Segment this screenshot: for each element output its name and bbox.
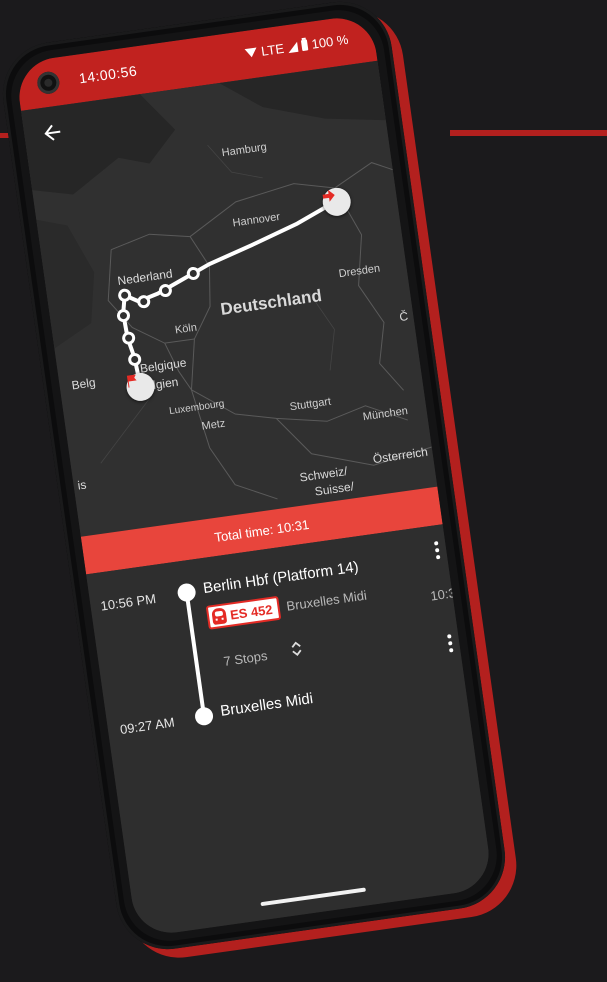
camera-icon: [35, 70, 61, 96]
arrival-more-icon[interactable]: [446, 634, 455, 655]
route-timeline: [185, 598, 206, 713]
stops-count[interactable]: 7 Stops: [223, 648, 269, 669]
battery-icon: [301, 39, 309, 52]
status-time: 14:00:56: [77, 62, 139, 87]
arrow-right-icon: [322, 189, 335, 202]
back-arrow-icon[interactable]: [39, 119, 66, 146]
train-icon: [211, 607, 228, 626]
flag-icon: [126, 374, 137, 388]
departure-time: 10:56 PM: [99, 590, 157, 614]
arrival-node: [193, 706, 215, 727]
train-destination: Bruxelles Midi: [285, 587, 368, 614]
total-time-text: Total time: 10:31: [213, 516, 310, 545]
signal-icon: [287, 41, 299, 53]
itinerary-panel: 10:56 PM Berlin Hbf (Platform 14) ES 452…: [86, 524, 494, 938]
train-number: ES 452: [229, 601, 274, 623]
status-indicators: LTE 100 %: [244, 32, 349, 61]
background-stripe-right: [450, 130, 607, 136]
phone-screen: 14:00:56 LTE 100 % Hamburg Hannover Nede…: [14, 13, 494, 938]
home-indicator[interactable]: [260, 887, 366, 907]
battery-level: 100 %: [310, 31, 350, 52]
arrival-station[interactable]: Bruxelles Midi: [219, 690, 314, 720]
wifi-icon: [244, 47, 258, 59]
map-label-paris-fragment: is: [76, 477, 88, 493]
expand-stops-icon[interactable]: [289, 639, 303, 658]
phone: 14:00:56 LTE 100 % Hamburg Hannover Nede…: [0, 0, 512, 956]
departure-more-icon[interactable]: [433, 541, 442, 562]
train-badge[interactable]: ES 452: [205, 595, 281, 630]
network-type: LTE: [260, 40, 285, 59]
route-map[interactable]: Hamburg Hannover Nederland Deutschland D…: [20, 60, 438, 537]
arrival-time: 09:27 AM: [119, 714, 176, 738]
map-label-cz-fragment: Č: [398, 309, 409, 325]
